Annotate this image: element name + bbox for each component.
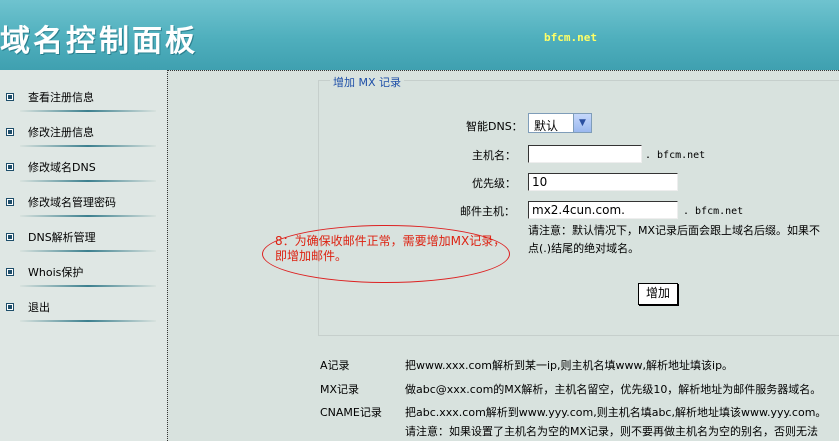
divider [20,320,156,322]
mailhost-input[interactable]: mx2.4cun.com. [528,201,678,219]
divider [20,180,156,182]
bullet-icon [6,233,14,241]
help-key-mx: MX记录 [320,383,360,396]
sidebar-item-label: 查看注册信息 [28,91,94,104]
sidebar-item-view-registration[interactable]: 查看注册信息 [0,80,160,114]
header-divider [167,70,839,71]
annotation-text: 8：为确保收邮件正常，需要增加MX记录，即增加邮件。 [275,234,506,263]
host-input[interactable] [528,145,642,163]
sidebar-item-label: 修改注册信息 [28,126,94,139]
sidebar-item-dns-management[interactable]: DNS解析管理 [0,220,160,254]
divider [20,145,156,147]
dns-label: 智能DNS： [466,120,523,133]
form-legend: 增加 MX 记录 [330,74,405,90]
bullet-icon [6,128,14,136]
help-note: 请注意：如果设置了主机名为空的MX记录，则不要再做主机名为空的别名，否则无法 [405,425,819,438]
sidebar-item-whois-protection[interactable]: Whois保护 [0,255,160,289]
sidebar-item-label: 修改域名DNS [28,161,96,174]
sidebar-item-label: Whois保护 [28,266,84,279]
site-name: bfcm.net [544,31,597,44]
divider [20,250,156,252]
sidebar-item-label: 修改域名管理密码 [28,196,116,209]
host-suffix: . bfcm.net [645,150,706,161]
sidebar-divider [167,70,168,441]
form-note-line1: 请注意：默认情况下，MX记录后面会跟上域名后缀。如果不 [528,224,821,237]
help-key-cname: CNAME记录 [320,406,382,419]
bullet-icon [6,268,14,276]
smart-dns-select[interactable]: 默认 ▼ [528,113,592,133]
divider [20,110,156,112]
sidebar-item-edit-password[interactable]: 修改域名管理密码 [0,185,160,219]
priority-label: 优先级： [472,177,516,190]
help-value-mx: 做abc@xxx.com的MX解析，主机名留空，优先级10，解析地址为邮件服务器… [405,383,822,396]
bullet-icon [6,163,14,171]
divider [20,215,156,217]
help-key-a: A记录 [320,359,350,372]
divider [20,285,156,287]
sidebar-item-edit-dns[interactable]: 修改域名DNS [0,150,160,184]
sidebar-item-label: DNS解析管理 [28,231,96,244]
host-label: 主机名： [472,149,516,162]
help-value-a: 把www.xxx.com解析到某一ip,则主机名填www,解析地址填该ip。 [405,359,734,372]
bullet-icon [6,303,14,311]
smart-dns-value: 默认 [534,119,559,133]
bullet-icon [6,198,14,206]
mailhost-label: 邮件主机： [460,205,515,218]
sidebar-item-edit-registration[interactable]: 修改注册信息 [0,115,160,149]
add-button[interactable]: 增加 [638,283,678,305]
priority-input[interactable]: 10 [528,173,678,191]
sidebar-item-logout[interactable]: 退出 [0,290,160,324]
sidebar-item-label: 退出 [28,301,50,314]
header-banner: 域名控制面板 bfcm.net [0,0,839,70]
chevron-down-icon[interactable]: ▼ [573,114,591,132]
help-value-cname: 把abc.xxx.com解析到www.yyy.com,则主机名填abc,解析地址… [405,406,827,419]
bullet-icon [6,93,14,101]
mailhost-suffix: . bfcm.net [683,206,744,217]
form-note-line2: 点(.)结尾的绝对域名。 [528,242,640,255]
panel-title: 域名控制面板 [0,24,198,59]
